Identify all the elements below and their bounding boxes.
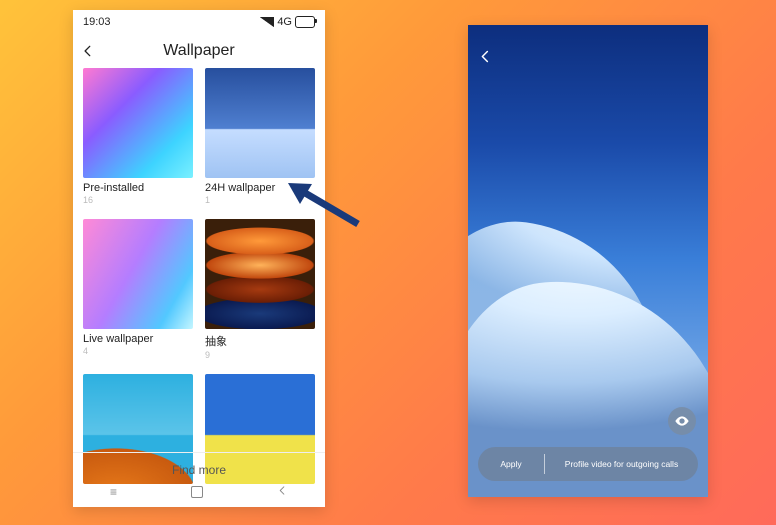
- tile-count: 16: [83, 195, 193, 205]
- tile-thumb: [205, 219, 315, 329]
- apply-button[interactable]: Apply: [478, 459, 544, 469]
- back-button[interactable]: [478, 49, 493, 69]
- tile-thumb: [83, 219, 193, 329]
- chevron-left-icon: [81, 44, 95, 58]
- tile-label: Live wallpaper: [83, 333, 193, 345]
- bottom-action-bar: Apply Profile video for outgoing calls: [478, 447, 698, 481]
- title-bar: Wallpaper: [73, 34, 325, 68]
- wallpaper-gallery-screen: 19:03 4G Wallpaper Pre-installed 16 24H …: [73, 10, 325, 507]
- nav-home-icon[interactable]: [191, 486, 203, 498]
- nav-back-icon[interactable]: [277, 485, 288, 499]
- tile-abstract[interactable]: 抽象 9: [205, 219, 315, 360]
- status-bar: 19:03 4G: [73, 10, 325, 34]
- tile-label: Pre-installed: [83, 182, 193, 194]
- network-label: 4G: [277, 16, 292, 28]
- annotation-arrow: [286, 180, 366, 230]
- battery-icon: [295, 16, 315, 28]
- back-button[interactable]: [73, 44, 103, 58]
- tile-count: 9: [205, 350, 315, 360]
- status-right: 4G: [260, 16, 315, 28]
- tile-thumb: [205, 68, 315, 178]
- chevron-left-icon: [478, 49, 493, 64]
- wallpaper-preview-image: Apply Profile video for outgoing calls: [468, 25, 708, 497]
- tile-label: 抽象: [205, 333, 315, 349]
- wallpaper-preview-screen: Apply Profile video for outgoing calls: [468, 25, 708, 497]
- eye-icon: [674, 413, 690, 429]
- tile-thumb: [83, 68, 193, 178]
- nav-recent-icon[interactable]: ≡: [110, 485, 117, 499]
- android-nav-bar: ≡: [73, 481, 325, 503]
- preview-button[interactable]: [668, 407, 696, 435]
- tile-live-wallpaper[interactable]: Live wallpaper 4: [83, 219, 193, 360]
- tile-count: 4: [83, 346, 193, 356]
- profile-video-button[interactable]: Profile video for outgoing calls: [545, 459, 698, 469]
- status-time: 19:03: [83, 16, 111, 28]
- wallpaper-grid: Pre-installed 16 24H wallpaper 1 Live wa…: [73, 68, 325, 484]
- find-more-button[interactable]: Find more: [73, 452, 325, 477]
- tile-pre-installed[interactable]: Pre-installed 16: [83, 68, 193, 205]
- signal-icon: [260, 17, 274, 27]
- page-title: Wallpaper: [73, 42, 325, 60]
